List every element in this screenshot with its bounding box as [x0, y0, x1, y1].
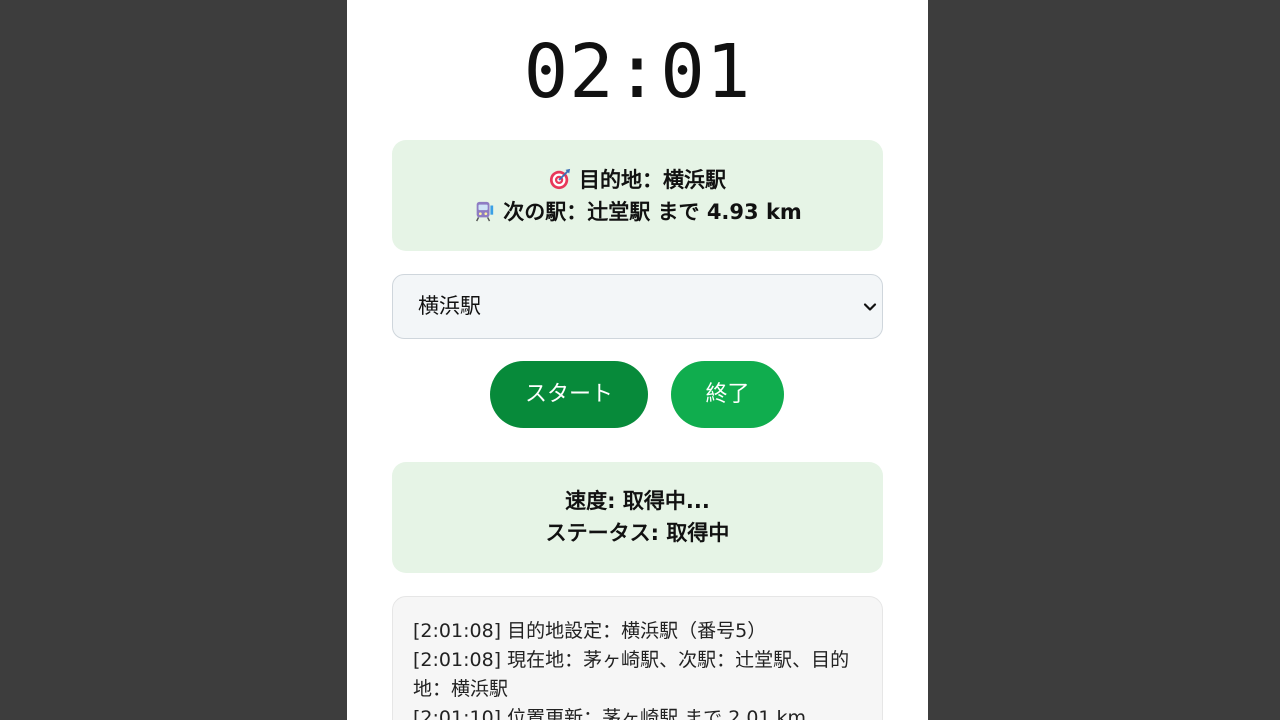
target-icon	[549, 168, 571, 190]
main-panel: 02:01 目的地：横浜駅 次の駅：辻堂駅 まで 4.93 km 横浜駅 スター…	[347, 0, 928, 720]
station-select[interactable]: 横浜駅	[392, 274, 883, 339]
speed-label: 速度: 取得中...	[565, 489, 710, 513]
destination-panel: 目的地：横浜駅 次の駅：辻堂駅 まで 4.93 km	[392, 140, 883, 251]
destination-row: 目的地：横浜駅	[392, 164, 883, 196]
chevron-down-icon	[863, 303, 877, 311]
status-panel: 速度: 取得中... ステータス: 取得中	[392, 462, 883, 573]
train-icon	[476, 201, 494, 222]
destination-label: 目的地：横浜駅	[579, 168, 726, 192]
status-label: ステータス: 取得中	[545, 521, 730, 545]
log-line: [2:01:08] 目的地設定：横浜駅（番号5）	[413, 620, 767, 642]
log-panel: [2:01:08] 目的地設定：横浜駅（番号5） [2:01:08] 現在地：茅…	[392, 596, 883, 720]
stop-button[interactable]: 終了	[671, 361, 784, 428]
next-station-label: 次の駅：辻堂駅 まで 4.93 km	[503, 200, 802, 224]
start-button[interactable]: スタート	[490, 361, 648, 428]
log-line: [2:01:10] 位置更新：茅ヶ崎駅 まで 2.01 km	[413, 707, 807, 720]
next-station-row: 次の駅：辻堂駅 まで 4.93 km	[392, 196, 883, 228]
station-select-value: 横浜駅	[418, 294, 481, 318]
clock-display: 02:01	[523, 29, 752, 115]
log-line: [2:01:08] 現在地：茅ヶ崎駅、次駅：辻堂駅、目的地：横浜駅	[413, 649, 850, 700]
